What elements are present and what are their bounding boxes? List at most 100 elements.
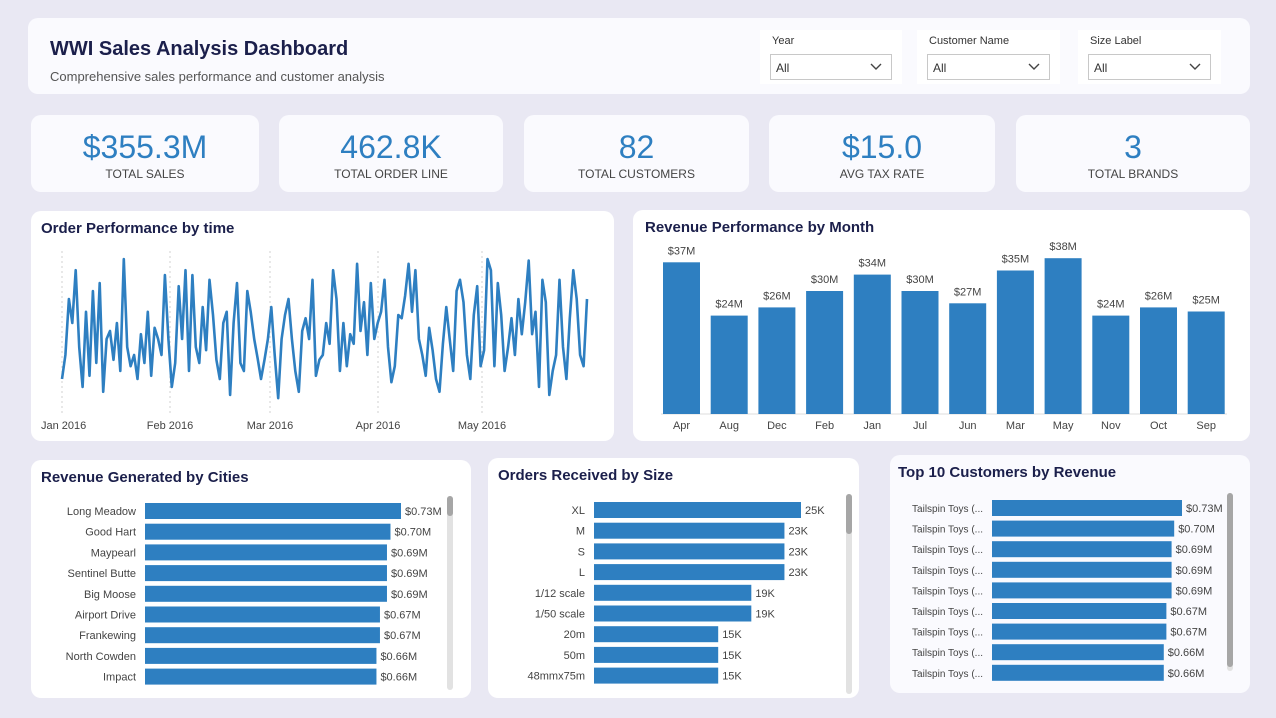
data-label: $30M — [906, 274, 934, 286]
data-label: 23K — [788, 526, 808, 538]
data-label: $0.73M — [405, 506, 442, 518]
bar — [145, 565, 387, 582]
category-label: Tailspin Toys (... — [912, 586, 983, 597]
kpi-value: 462.8K — [340, 129, 442, 165]
data-label: $27M — [954, 286, 982, 298]
data-label: $0.69M — [391, 568, 428, 580]
scrollbar[interactable] — [846, 494, 852, 694]
category-label: Tailspin Toys (... — [912, 648, 983, 659]
bar — [145, 647, 377, 664]
x-tick-label: Feb 2016 — [147, 420, 193, 432]
kpi-value: $355.3M — [82, 129, 208, 165]
category-label: Tailspin Toys (... — [912, 504, 983, 515]
bar — [594, 605, 752, 622]
x-tick-label: Mar — [1006, 420, 1025, 432]
bar — [992, 664, 1164, 681]
bar — [1044, 258, 1082, 414]
scrollbar[interactable] — [1227, 493, 1233, 671]
bar — [992, 520, 1175, 537]
customers-bar-chart: Tailspin Toys (... $0.73M Tailspin Toys (.… — [912, 500, 1223, 681]
data-label: $26M — [1145, 290, 1173, 302]
bar — [758, 307, 796, 414]
data-label: $38M — [1049, 241, 1077, 253]
data-label: $0.66M — [1168, 647, 1205, 659]
bar — [1187, 311, 1225, 414]
x-tick-label: Apr 2016 — [356, 420, 401, 432]
bar — [996, 270, 1034, 414]
bar — [1092, 315, 1130, 414]
customer-dropdown[interactable]: All — [927, 54, 1050, 80]
bar — [992, 623, 1167, 640]
data-label: $30M — [811, 274, 839, 286]
data-label: 19K — [755, 609, 775, 621]
category-label: Tailspin Toys (... — [912, 607, 983, 618]
size-dropdown[interactable]: All — [1088, 54, 1211, 80]
bar — [145, 585, 387, 602]
bar — [594, 646, 719, 663]
x-tick-label: May 2016 — [458, 420, 506, 432]
bar — [594, 626, 719, 643]
x-tick-label: Sep — [1196, 420, 1216, 432]
year-dropdown[interactable]: All — [770, 54, 892, 80]
bar — [853, 274, 891, 414]
kpi-avg-tax-rate: $15.0 AVG TAX RATE — [769, 115, 995, 192]
bar — [594, 667, 719, 684]
x-tick-label: Mar 2016 — [247, 420, 293, 432]
revenue-month-card: Revenue Performance by Month $37M Apr $24M… — [633, 210, 1250, 441]
kpi-label: TOTAL BRANDS — [1087, 167, 1179, 181]
x-tick-label: May — [1053, 420, 1074, 432]
cities-bar-chart: Long Meadow $0.73M Good Hart $0.70M Maypearl… — [66, 503, 442, 685]
data-label: $0.66M — [380, 651, 417, 663]
bar — [992, 603, 1167, 619]
kpi-total-order-line: 462.8K TOTAL ORDER LINE — [279, 115, 503, 192]
data-label: $0.66M — [1168, 668, 1205, 680]
data-label: 25K — [805, 505, 825, 517]
data-label: 15K — [722, 671, 742, 683]
scrollbar-thumb[interactable] — [846, 494, 852, 534]
category-label: 50m — [564, 650, 585, 662]
data-label: $0.66M — [380, 672, 417, 684]
category-label: Frankewing — [79, 630, 136, 642]
data-label: $0.69M — [1176, 565, 1213, 577]
category-label: Airport Drive — [75, 610, 136, 622]
size-slicer: Size Label All — [1078, 30, 1221, 84]
bar — [901, 291, 939, 414]
bar — [992, 561, 1172, 578]
data-label: $24M — [1097, 299, 1125, 311]
bar — [663, 262, 700, 414]
size-dropdown-value: All — [1094, 61, 1108, 75]
x-tick-label: Jun — [959, 420, 977, 432]
bar — [992, 644, 1164, 661]
category-label: North Cowden — [66, 651, 136, 663]
kpi-label: TOTAL CUSTOMERS — [578, 167, 695, 181]
x-tick-label: Aug — [719, 420, 739, 432]
data-label: $26M — [763, 290, 791, 302]
size-bar-chart: XL 25K M 23K S 23K L 23K 1/12 scale 19K 1/50 scale… — [528, 502, 825, 684]
category-label: Tailspin Toys (... — [912, 545, 983, 556]
category-label: XL — [572, 505, 585, 517]
kpi-value: $15.0 — [841, 129, 923, 165]
bar — [145, 523, 391, 540]
kpi-total-customers: 82 TOTAL CUSTOMERS — [524, 115, 749, 192]
category-label: 1/50 scale — [535, 609, 585, 621]
column-chart: $37M Apr $24M Aug $26M Dec $30M Feb $34M Jan $30M J… — [661, 241, 1227, 432]
scrollbar[interactable] — [447, 496, 453, 690]
x-tick-label: Jan 2016 — [41, 420, 86, 432]
data-label: 19K — [755, 588, 775, 600]
scrollbar-thumb[interactable] — [447, 496, 453, 516]
bar — [145, 544, 387, 561]
chevron-down-icon — [1028, 63, 1040, 70]
scrollbar-thumb[interactable] — [1227, 493, 1233, 667]
x-tick-label: Nov — [1101, 420, 1121, 432]
category-label: Long Meadow — [67, 506, 136, 518]
category-label: 20m — [564, 629, 585, 641]
data-label: 23K — [788, 567, 808, 579]
x-tick-label: Feb — [815, 420, 834, 432]
customer-slicer-label: Customer Name — [929, 35, 1010, 47]
category-label: M — [576, 526, 585, 538]
bar — [992, 582, 1172, 599]
bar — [145, 606, 380, 623]
cities-card: Revenue Generated by Cities Long Meadow $… — [31, 460, 471, 698]
kpi-label: TOTAL SALES — [105, 167, 185, 181]
kpi-label: AVG TAX RATE — [839, 167, 925, 181]
